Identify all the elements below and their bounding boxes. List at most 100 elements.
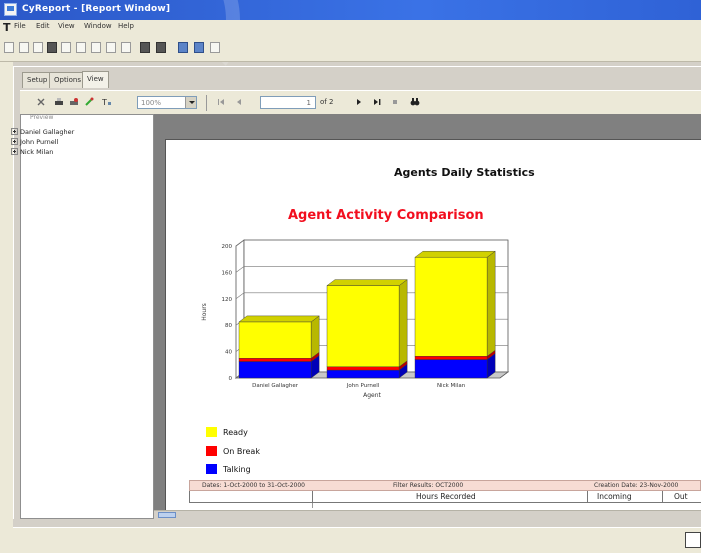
new-icon[interactable] — [4, 42, 14, 53]
legend-swatch-ready — [206, 427, 217, 437]
next-page-icon[interactable] — [354, 97, 364, 107]
horizontal-scrollbar[interactable] — [154, 510, 701, 519]
expand-icon[interactable] — [11, 148, 18, 155]
report-icon[interactable] — [156, 42, 166, 53]
tree-item-nick-milan[interactable]: Nick Milan — [11, 148, 53, 156]
menu-bar: T File Edit View Window Help — [0, 20, 701, 34]
system-menu-icon[interactable]: T — [3, 21, 11, 34]
prev-page-icon[interactable] — [234, 97, 244, 107]
zoom-value: 100% — [141, 99, 162, 107]
toggle-tree-icon[interactable]: T — [102, 97, 112, 107]
settings-icon[interactable] — [121, 42, 131, 53]
menu-view[interactable]: View — [58, 22, 75, 30]
tree-item-label: Daniel Gallagher — [20, 128, 75, 136]
scrollbar-thumb[interactable] — [158, 512, 176, 518]
x-axis-label: Agent — [363, 392, 381, 399]
report-title: Agents Daily Statistics — [394, 166, 535, 179]
bar-side-ready — [310, 315, 320, 359]
bar-side-ready — [398, 279, 408, 368]
y-axis-label: Hours — [201, 303, 208, 321]
table-subheader — [312, 503, 701, 508]
zoom-select[interactable]: 100% — [137, 96, 197, 109]
viewer-toolbar: T 100% 1 of 2 — [20, 90, 701, 114]
agent-activity-chart: 0 40 80 120 160 200 Hours Daniel Gallagher John … — [201, 239, 510, 399]
toolbar-separator — [206, 95, 207, 111]
expand-icon[interactable] — [11, 128, 18, 135]
tab-setup[interactable]: Setup — [22, 72, 53, 88]
window-title: CyReport - [Report Window] — [22, 4, 171, 14]
legend-label-talking: Talking — [223, 465, 251, 474]
menu-file[interactable]: File — [14, 22, 26, 30]
group-tree-panel[interactable] — [20, 114, 154, 519]
table-header: Hours Recorded Incoming Out — [189, 491, 701, 503]
bar-side-ready — [486, 250, 496, 357]
run-icon[interactable] — [194, 42, 204, 53]
preview-icon[interactable] — [61, 42, 71, 53]
menu-window[interactable]: Window — [84, 22, 112, 30]
tools-icon[interactable] — [178, 42, 188, 53]
tab-options[interactable]: Options — [49, 72, 87, 88]
bar-ready — [238, 321, 312, 359]
y-tick-label: 120 — [222, 297, 233, 303]
last-page-icon[interactable] — [372, 97, 382, 107]
print-icon[interactable] — [54, 97, 64, 107]
creation-date: Creation Date: 23-Nov-2000 — [594, 482, 679, 489]
y-tick-label: 200 — [222, 244, 233, 250]
bar-talking — [238, 361, 312, 379]
resize-grip-icon[interactable] — [685, 532, 701, 548]
svg-text:T: T — [102, 98, 107, 107]
page-number-input[interactable]: 1 — [260, 96, 316, 109]
y-tick-label: 80 — [225, 323, 232, 329]
tree-icon[interactable] — [140, 42, 150, 53]
x-tick-label: Nick Milan — [437, 383, 466, 389]
bar-top — [238, 315, 320, 323]
export-icon[interactable] — [84, 97, 94, 107]
main-toolbar — [0, 34, 701, 62]
header-hours-recorded: Hours Recorded — [416, 492, 476, 501]
tree-item-label: Nick Milan — [20, 148, 54, 156]
bar-talking — [326, 369, 400, 379]
search-icon[interactable] — [410, 97, 420, 107]
list-icon[interactable] — [91, 42, 101, 53]
stop-icon[interactable] — [390, 97, 400, 107]
bar-on-break — [326, 366, 400, 371]
legend-label-ready: Ready — [223, 428, 248, 437]
copy-icon[interactable] — [76, 42, 86, 53]
tab-view[interactable]: View — [82, 71, 109, 88]
legend-swatch-on-break — [206, 446, 217, 456]
page-total: of 2 — [320, 98, 334, 106]
date-range: Dates: 1-Oct-2000 to 31-Oct-2000 — [202, 482, 305, 489]
column-divider — [662, 491, 663, 503]
tree-item-john-purnell[interactable]: John Purnell — [11, 138, 58, 146]
report-info-strip: Dates: 1-Oct-2000 to 31-Oct-2000 Filter … — [189, 480, 701, 491]
x-tick-label: John Purnell — [346, 383, 380, 389]
column-divider — [312, 491, 313, 503]
tree-item-label: John Purnell — [20, 138, 59, 146]
title-bar: CyReport - [Report Window] — [0, 0, 701, 80]
save-icon[interactable] — [33, 42, 43, 53]
open-icon[interactable] — [19, 42, 29, 53]
print-setup-icon[interactable] — [69, 97, 79, 107]
grid-icon[interactable] — [106, 42, 116, 53]
menu-help[interactable]: Help — [118, 22, 134, 30]
y-tick-label: 0 — [229, 376, 233, 382]
tree-item-daniel-gallagher[interactable]: Daniel Gallagher — [11, 128, 74, 136]
bar-ready — [414, 257, 488, 357]
y-tick-label: 40 — [225, 350, 232, 356]
app-icon — [4, 3, 17, 16]
print-icon[interactable] — [47, 42, 57, 53]
chevron-down-icon[interactable] — [185, 97, 196, 108]
bar-top — [414, 251, 496, 258]
close-preview-icon[interactable] — [36, 97, 46, 107]
bar-on-break — [238, 357, 312, 362]
tree-caption: Preview — [30, 114, 54, 121]
expand-icon[interactable] — [11, 138, 18, 145]
first-page-icon[interactable] — [216, 97, 226, 107]
options-icon[interactable] — [210, 42, 220, 53]
legend-label-on-break: On Break — [223, 447, 260, 456]
y-tick-label: 160 — [222, 270, 233, 276]
legend-swatch-talking — [206, 464, 217, 474]
menu-edit[interactable]: Edit — [36, 22, 50, 30]
x-tick-label: Daniel Gallagher — [252, 383, 299, 389]
bar-ready — [326, 285, 400, 367]
